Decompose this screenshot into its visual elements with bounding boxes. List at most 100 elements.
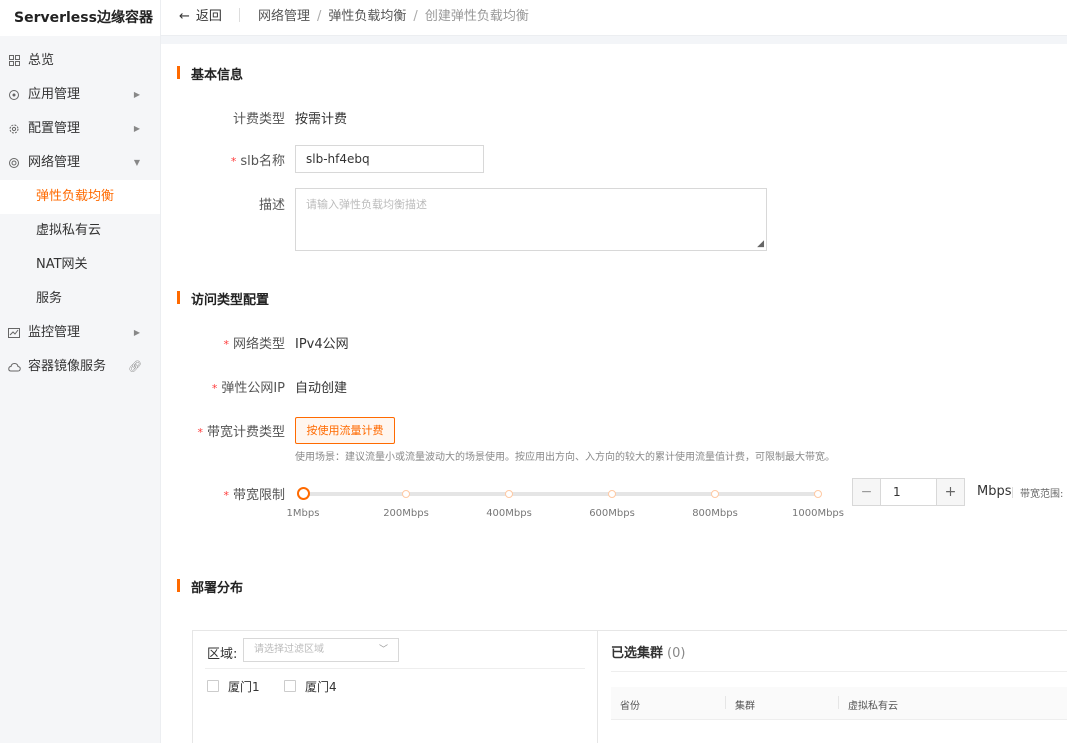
region-placeholder: 请选择过滤区域 [254, 644, 324, 655]
breadcrumb-slb[interactable]: 弹性负载均衡 [328, 9, 406, 24]
cloud-icon [8, 361, 21, 373]
bandwidth-stepper: − 1 + [852, 478, 965, 506]
back-button[interactable]: ← 返回 [179, 5, 222, 24]
sidebar-item-network[interactable]: 网络管理 ▼ [0, 146, 160, 180]
breadcrumb-sep: / [413, 9, 418, 24]
billing-label: 计费类型 [232, 112, 285, 127]
breadcrumb-current: 创建弹性负载均衡 [424, 9, 529, 24]
chevron-right-icon: ▶ [133, 90, 140, 99]
sidebar-item-label: 虚拟私有云 [36, 223, 102, 238]
column-divider [725, 696, 726, 709]
checkbox-icon[interactable] [207, 680, 219, 692]
sidebar-nav: 总览 应用管理 ▶ 配置管理 ▶ 网络管理 ▼ 弹性负载均衡 虚拟私有云 NAT… [0, 44, 160, 384]
slider-mark-label: 600Mbps [589, 508, 635, 519]
bw-billing-hint: 使用场景：建议流量小或流量波动大的场景使用。按应用出方向、入方向的较大的累计使用… [295, 452, 835, 463]
slb-name-input[interactable]: slb-hf4ebq [295, 145, 484, 173]
breadcrumb: 网络管理 / 弹性负载均衡 / 创建弹性负载均衡 [258, 5, 529, 24]
slider-mark-label: 400Mbps [486, 508, 532, 519]
chevron-down-icon: ▼ [133, 158, 140, 167]
checkbox-icon[interactable] [284, 680, 296, 692]
stepper-input[interactable]: 1 [881, 479, 936, 505]
link-icon[interactable]: 🔗︎ [128, 350, 142, 384]
bw-billing-option-traffic[interactable]: 按使用流量计费 [295, 417, 395, 444]
bw-billing-label: * 带宽计费类型 [197, 425, 285, 440]
monitor-icon [8, 327, 20, 339]
slider-stop[interactable] [505, 490, 513, 498]
gear-icon [8, 123, 20, 135]
bandwidth-slider[interactable]: 1Mbps 200Mbps 400Mbps 600Mbps 800Mbps 1000Mbp… [287, 487, 844, 519]
sidebar-item-vpc[interactable]: 虚拟私有云 [0, 214, 160, 248]
chevron-down-icon: ﹀ [378, 645, 388, 655]
column-header-vpc: 虚拟私有云 [848, 701, 898, 712]
sidebar-item-label: 网络管理 [28, 155, 81, 170]
selected-clusters-title: 已选集群 (0) [611, 646, 686, 661]
slider-mark-label: 1Mbps [286, 508, 320, 519]
sidebar-item-nat[interactable]: NAT网关 [0, 248, 160, 282]
slider-track[interactable] [303, 492, 818, 496]
sidebar-item-apps[interactable]: 应用管理 ▶ [0, 78, 160, 112]
chevron-right-icon: ▶ [133, 124, 140, 133]
sidebar: Serverless边缘容器 总览 应用管理 ▶ 配置管理 ▶ 网络管理 ▼ 弹… [0, 0, 161, 743]
network-icon [8, 157, 20, 169]
slb-name-label: * slb名称 [230, 154, 285, 169]
clusters-table-header: 省份 集群 虚拟私有云 [611, 687, 1067, 720]
sidebar-item-label: 配置管理 [28, 121, 81, 136]
region-select[interactable]: 请选择过滤区域 ﹀ [243, 638, 399, 662]
slider-stop[interactable] [402, 490, 410, 498]
desc-textarea[interactable]: 请输入弹性负载均衡描述 ◢ [295, 188, 767, 251]
sidebar-item-label: 服务 [36, 291, 63, 306]
slider-handle[interactable] [297, 487, 310, 500]
nettype-value: IPv4公网 [295, 337, 349, 352]
slider-stop[interactable] [711, 490, 719, 498]
sidebar-item-config[interactable]: 配置管理 ▶ [0, 112, 160, 146]
sidebar-item-monitor[interactable]: 监控管理 ▶ [0, 316, 160, 350]
region-name: 厦门4 [305, 680, 337, 694]
column-header-cluster: 集群 [735, 701, 755, 712]
region-panel: 区域: 请选择过滤区域 ﹀ 厦门1 厦门4 [193, 631, 598, 743]
divider [239, 8, 240, 22]
stepper-minus-button[interactable]: − [853, 479, 881, 505]
apps-icon [8, 89, 20, 101]
selected-count: (0) [667, 646, 686, 661]
arrow-left-icon: ← [179, 9, 190, 24]
divider [205, 668, 585, 669]
bw-limit-label: * 带宽限制 [223, 488, 285, 503]
region-label: 区域: [207, 647, 238, 662]
eip-label: * 弹性公网IP [211, 381, 285, 396]
desc-placeholder: 请输入弹性负载均衡描述 [306, 198, 427, 211]
sidebar-item-label: 监控管理 [28, 325, 81, 340]
region-checkbox[interactable]: 厦门4 [284, 678, 337, 695]
topbar: ← 返回 网络管理 / 弹性负载均衡 / 创建弹性负载均衡 [161, 0, 1067, 36]
sidebar-item-slb[interactable]: 弹性负载均衡 [0, 180, 160, 214]
breadcrumb-network[interactable]: 网络管理 [258, 9, 310, 24]
column-divider [838, 696, 839, 709]
divider [611, 671, 1067, 672]
resize-handle-icon[interactable]: ◢ [757, 239, 764, 249]
bandwidth-range: 带宽范围: [1020, 489, 1064, 500]
eip-value: 自动创建 [295, 381, 348, 396]
sidebar-item-service[interactable]: 服务 [0, 282, 160, 316]
region-checkbox[interactable]: 厦门1 [207, 678, 260, 695]
app-title: Serverless边缘容器 [0, 0, 160, 36]
chevron-right-icon: ▶ [133, 328, 140, 337]
breadcrumb-sep: / [317, 9, 322, 24]
section-basic-title: 基本信息 [177, 64, 243, 83]
nettype-label: * 网络类型 [223, 337, 285, 352]
deploy-box: 区域: 请选择过滤区域 ﹀ 厦门1 厦门4 已选集群 (0) 省份 集群 虚拟私有… [192, 630, 1067, 743]
sidebar-item-overview[interactable]: 总览 [0, 44, 160, 78]
slider-mark-label: 1000Mbps [792, 508, 844, 519]
form-panel: 基本信息 计费类型 按需计费 * slb名称 slb-hf4ebq 描述 请输入弹… [161, 44, 1067, 743]
sidebar-item-label: 应用管理 [28, 87, 81, 102]
region-name: 厦门1 [228, 680, 260, 694]
column-header-province: 省份 [620, 701, 640, 712]
slider-stop[interactable] [814, 490, 822, 498]
sidebar-item-label: NAT网关 [36, 257, 88, 272]
sidebar-item-label: 容器镜像服务 [28, 359, 107, 374]
slider-stop[interactable] [608, 490, 616, 498]
section-access-title: 访问类型配置 [177, 289, 269, 308]
bandwidth-unit: Mbps [977, 484, 1012, 499]
sidebar-item-label: 总览 [28, 53, 55, 68]
stepper-plus-button[interactable]: + [936, 479, 964, 505]
sidebar-item-registry[interactable]: 容器镜像服务 🔗︎ [0, 350, 160, 384]
section-deploy-title: 部署分布 [177, 577, 243, 596]
